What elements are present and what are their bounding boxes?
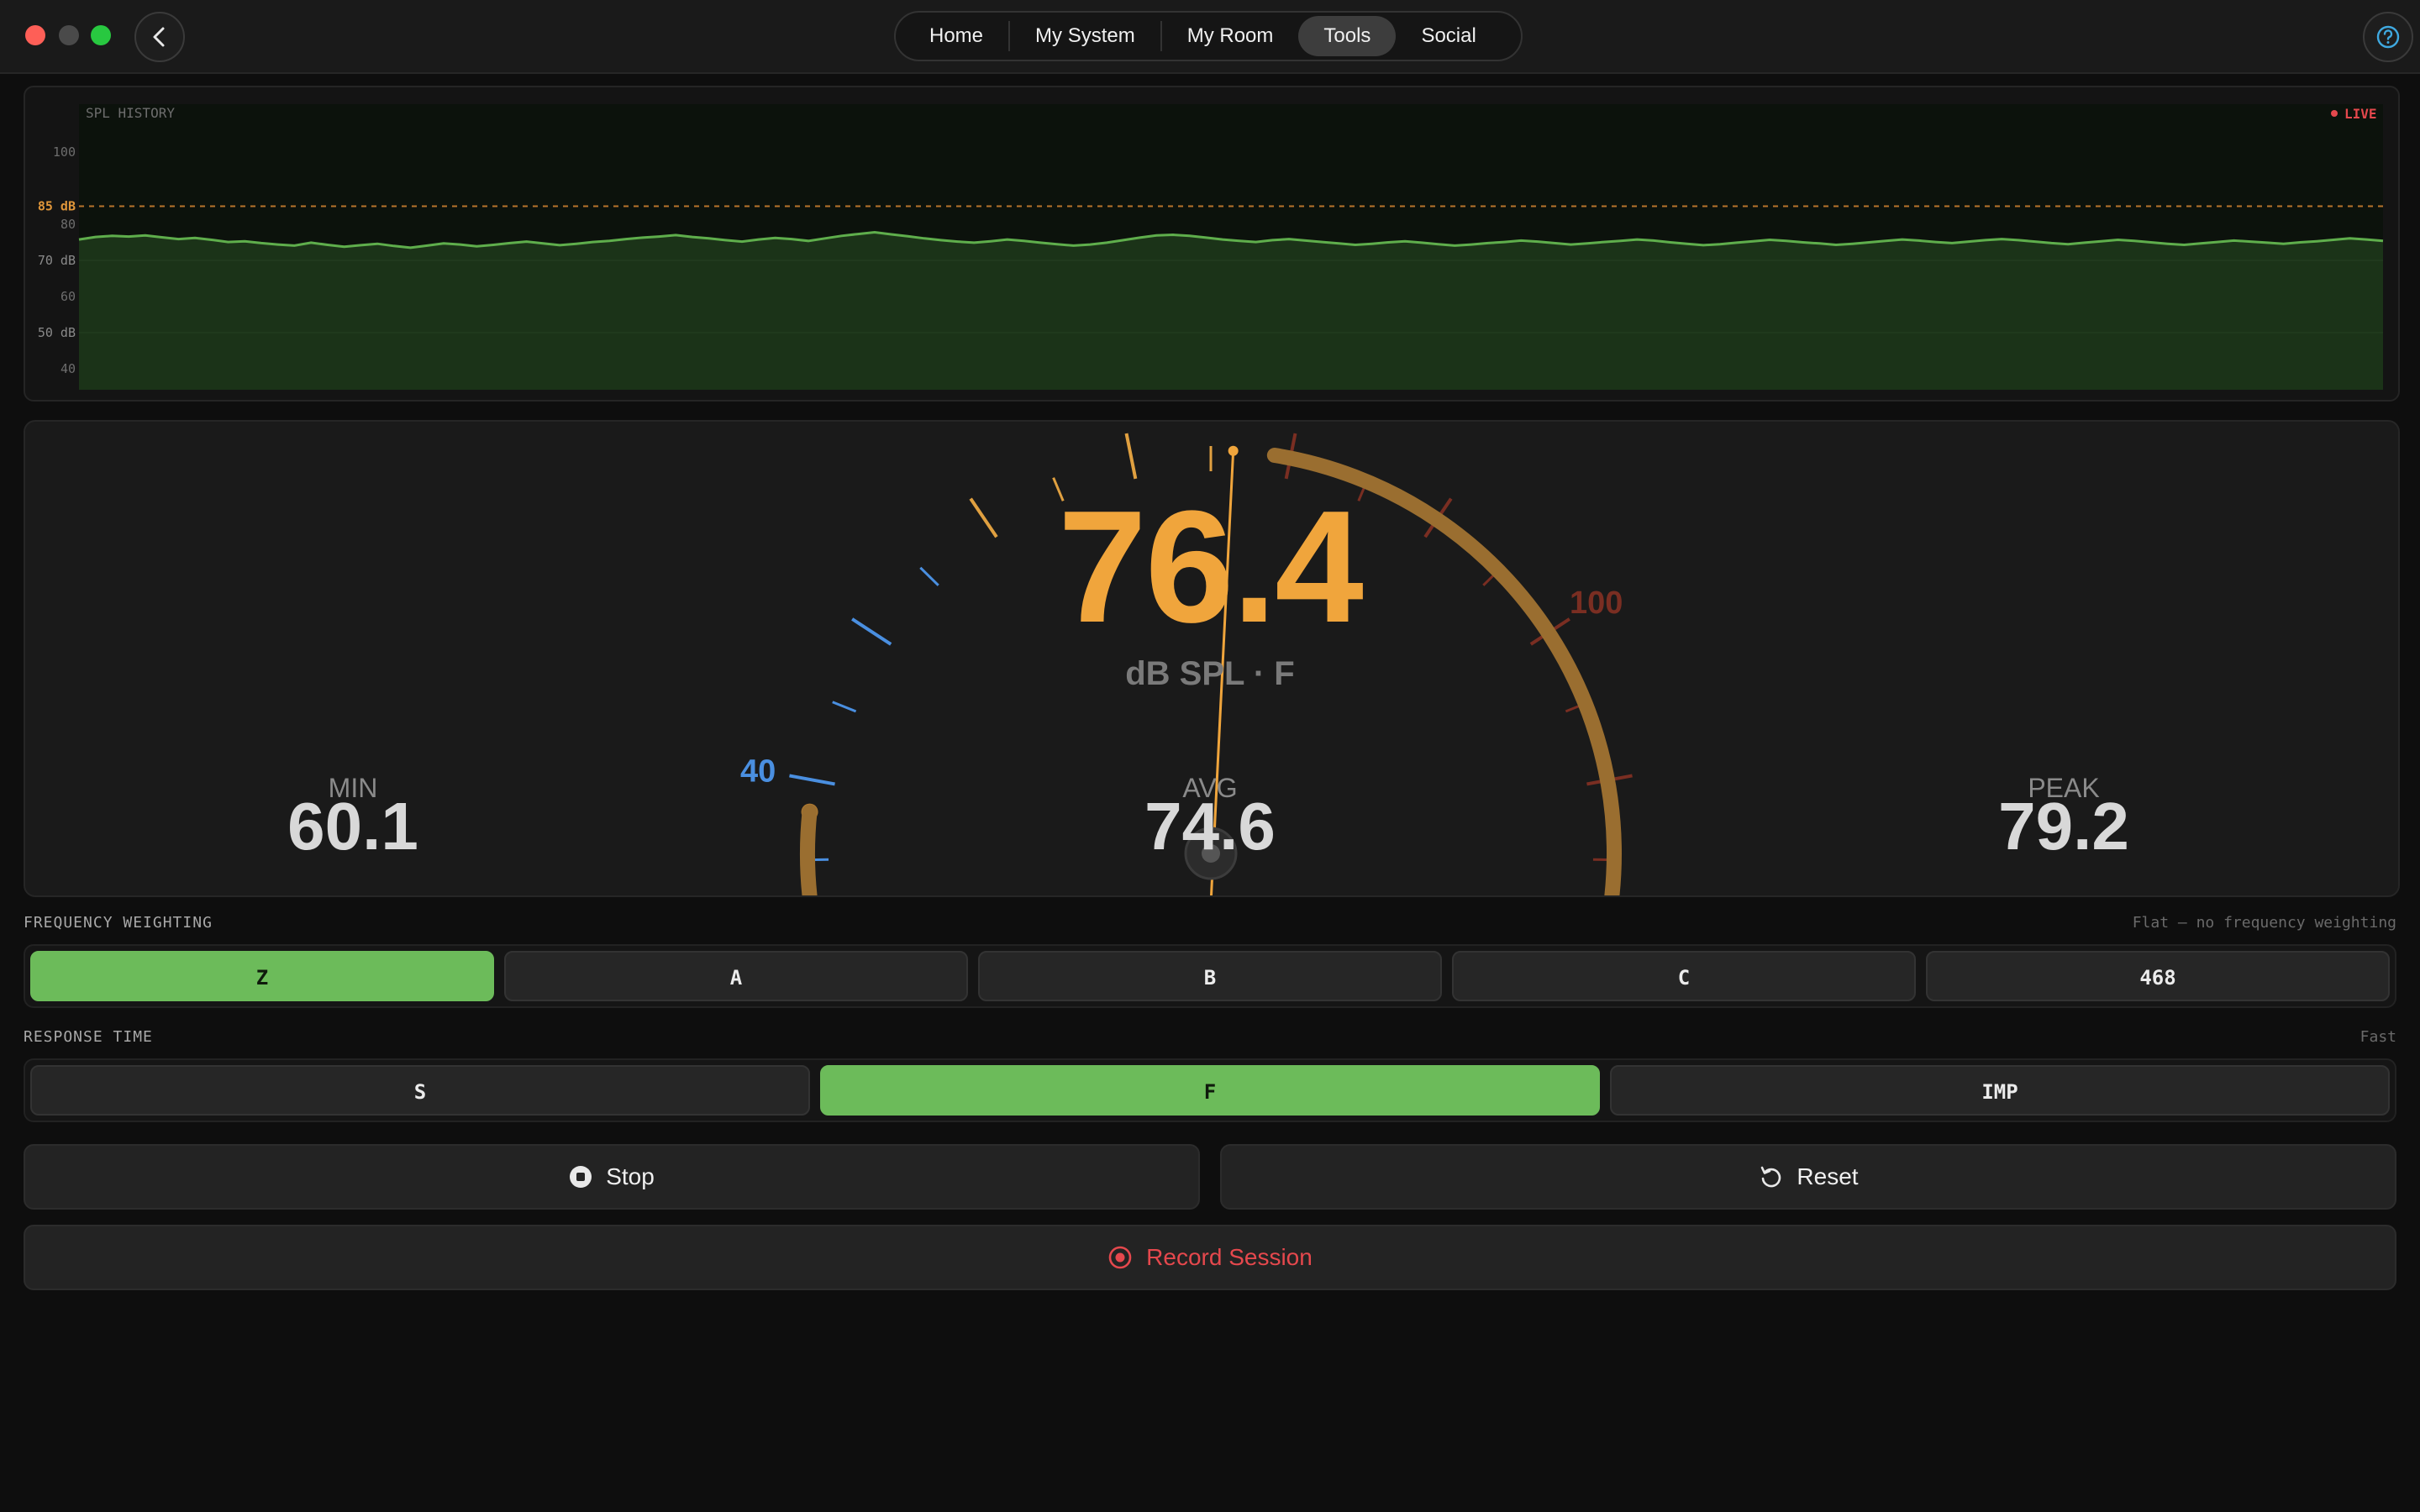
- question-icon: [2376, 25, 2400, 49]
- response-fast[interactable]: F: [820, 1065, 1600, 1116]
- spl-history-chart: SPL HISTORY LIVE 100 80 70 dB 60 50 dB 40 85 d…: [38, 104, 2384, 390]
- history-y-label: 60: [60, 289, 76, 304]
- record-session-label: Record Session: [1146, 1244, 1313, 1270]
- response-impulse[interactable]: IMP: [1610, 1065, 2390, 1116]
- stop-button[interactable]: Stop: [24, 1144, 1200, 1210]
- live-badge: LIVE: [2344, 106, 2377, 122]
- stop-label: Stop: [606, 1163, 655, 1189]
- weighting-selector: Z A B C 468: [24, 944, 2396, 1008]
- gauge-tick: [851, 617, 892, 646]
- peak-value: 79.2: [1998, 789, 2129, 864]
- back-button[interactable]: [134, 12, 185, 62]
- spl-reading: 76.4: [1058, 478, 1364, 656]
- response-slow[interactable]: S: [30, 1065, 810, 1116]
- weighting-title: FREQUENCY WEIGHTING: [24, 914, 213, 932]
- chevron-left-icon: [153, 27, 165, 47]
- stop-icon: [570, 1166, 592, 1188]
- live-dot-icon: [2331, 110, 2338, 117]
- weighting-a[interactable]: A: [504, 951, 968, 1001]
- response-hint: Fast: [2360, 1028, 2396, 1046]
- weighting-c[interactable]: C: [1452, 951, 1916, 1001]
- history-y-label: 80: [60, 217, 76, 232]
- weighting-z[interactable]: Z: [30, 951, 494, 1001]
- nav-home[interactable]: Home: [904, 16, 1008, 56]
- avg-value: 74.6: [1144, 789, 1276, 864]
- weighting-468[interactable]: 468: [1926, 951, 2390, 1001]
- spl-history-panel: SPL HISTORY LIVE 100 80 70 dB 60 50 dB 40 85 d…: [24, 86, 2400, 402]
- history-y-label: 100: [53, 144, 76, 160]
- history-y-label: 70 dB: [38, 253, 76, 268]
- threshold-label: 85 dB: [38, 199, 76, 214]
- nav-tools[interactable]: Tools: [1298, 16, 1397, 56]
- gauge-level-arc: [800, 804, 818, 895]
- history-area-fill: [79, 232, 2383, 390]
- gauge-tick: [1124, 433, 1138, 480]
- title-bar: Home My System My Room Tools Social: [0, 0, 2420, 74]
- weighting-b[interactable]: B: [978, 951, 1442, 1001]
- nav-my-room[interactable]: My Room: [1162, 16, 1299, 56]
- reset-label: Reset: [1797, 1163, 1859, 1189]
- history-title: SPL HISTORY: [86, 105, 175, 121]
- response-title: RESPONSE TIME: [24, 1028, 153, 1046]
- spl-unit: dB SPL · F: [1125, 655, 1295, 692]
- needle-tip: [1228, 445, 1239, 456]
- gauge-tick: [832, 701, 857, 713]
- history-y-label: 50 dB: [38, 325, 76, 340]
- min-value: 60.1: [287, 789, 418, 864]
- gauge-tick-label: 40: [740, 754, 776, 790]
- history-y-label: 40: [60, 361, 76, 376]
- reset-icon: [1761, 1166, 1781, 1188]
- response-selector: S F IMP: [24, 1058, 2396, 1122]
- reset-button[interactable]: Reset: [1220, 1144, 2396, 1210]
- zoom-window-button[interactable]: [91, 25, 111, 45]
- nav-my-system[interactable]: My System: [1010, 16, 1160, 56]
- minimize-window-button[interactable]: [59, 25, 79, 45]
- gauge-tick: [789, 774, 835, 786]
- record-icon: [1108, 1246, 1132, 1269]
- main-nav: Home My System My Room Tools Social: [894, 11, 1523, 61]
- record-session-button[interactable]: Record Session: [24, 1225, 2396, 1290]
- weighting-hint: Flat — no frequency weighting: [2132, 914, 2396, 932]
- nav-social[interactable]: Social: [1396, 16, 1501, 56]
- help-button[interactable]: [2363, 12, 2413, 62]
- gauge-tick-label: 100: [1570, 585, 1623, 621]
- close-window-button[interactable]: [25, 25, 45, 45]
